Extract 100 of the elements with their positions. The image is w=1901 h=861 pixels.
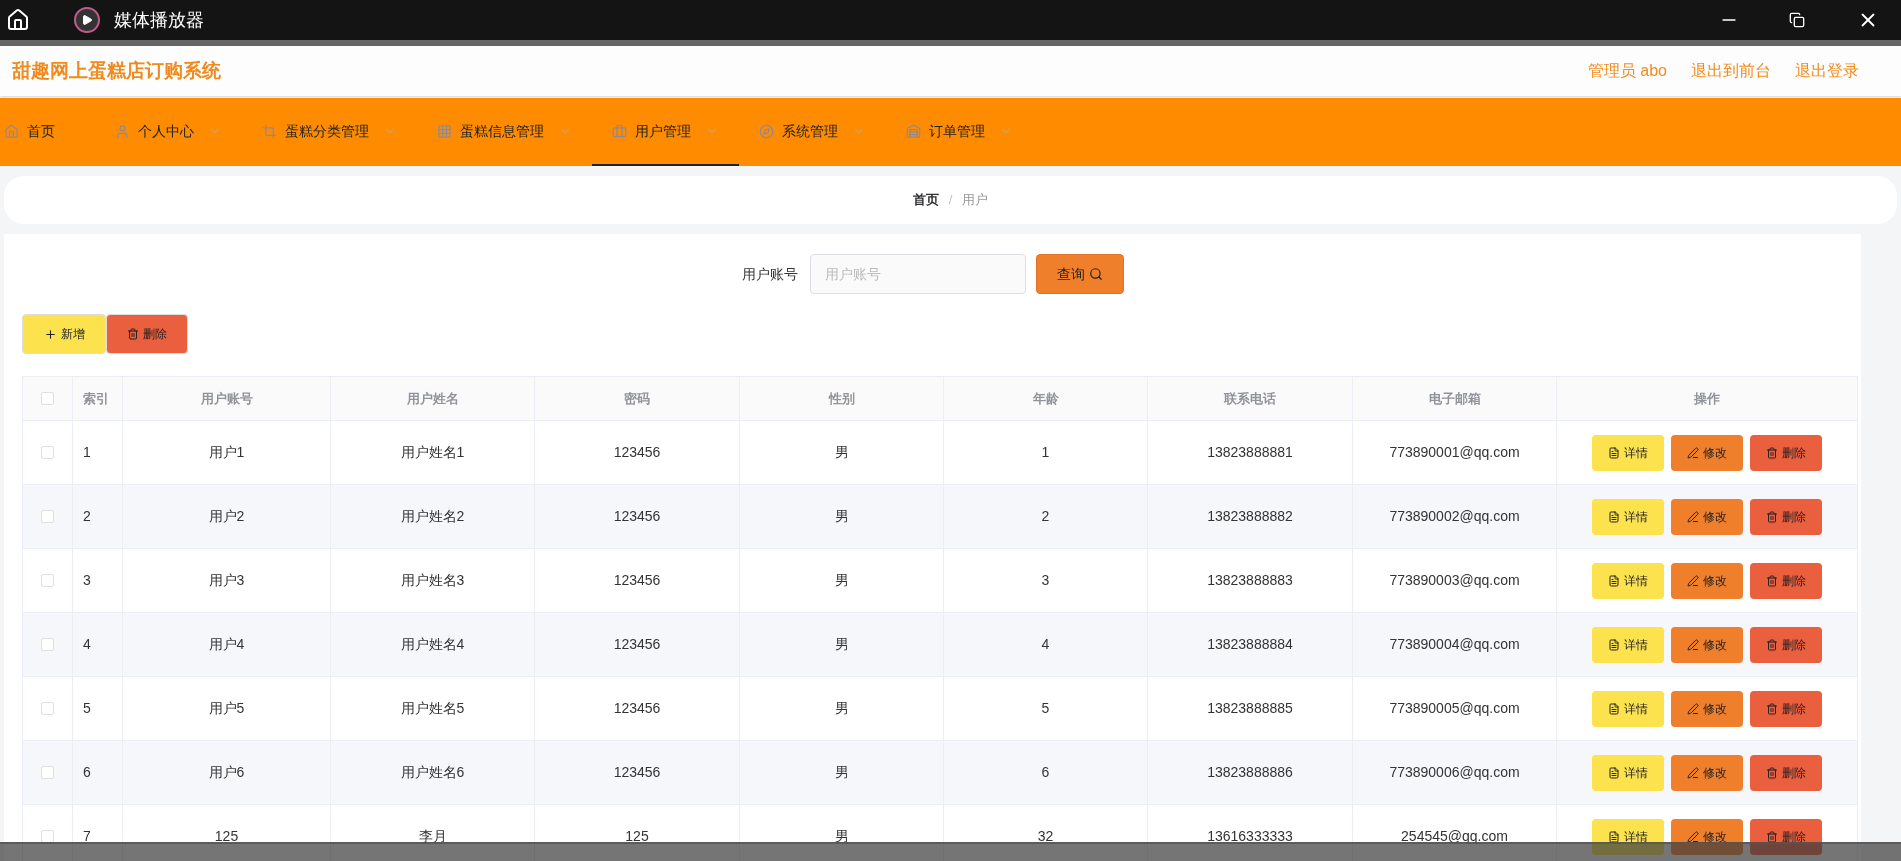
details-button[interactable]: 详情	[1592, 690, 1664, 727]
column-header: 性别	[828, 389, 855, 408]
delete-button[interactable]: 删除	[1750, 690, 1822, 727]
table-cell-text: 男	[834, 443, 849, 462]
column-header: 用户账号	[200, 389, 253, 408]
table-cell-text: 13823888882	[1207, 507, 1293, 526]
edit-button[interactable]: 修改	[1671, 562, 1743, 599]
pen-icon	[1687, 638, 1699, 651]
table-cell-text: 773890002@qq.com	[1389, 507, 1520, 526]
nav-item[interactable]: 蛋糕分类管理	[242, 98, 417, 166]
nav-label: 订单管理	[929, 121, 985, 141]
table-cell-text: 6	[1041, 763, 1050, 782]
document-icon	[1608, 446, 1620, 459]
details-button[interactable]: 详情	[1592, 498, 1664, 535]
table-cell-text: 用户1	[208, 443, 245, 462]
row-checkbox[interactable]	[41, 510, 54, 523]
window-title: 媒体播放器	[114, 8, 204, 32]
search-field[interactable]: 用户账号	[809, 254, 1026, 294]
select-all-checkbox[interactable]	[41, 392, 54, 405]
row-checkbox[interactable]	[41, 766, 54, 779]
table-cell-text: 男	[834, 571, 849, 590]
edit-button[interactable]: 修改	[1671, 434, 1743, 471]
delete-button[interactable]: 删除	[1750, 562, 1822, 599]
column-header: 电子邮箱	[1428, 389, 1481, 408]
table-cell-text: 用户姓名5	[400, 699, 465, 718]
add-button[interactable]: 新增	[22, 314, 106, 354]
restore-icon[interactable]	[1789, 12, 1805, 28]
delete-button[interactable]: 删除	[106, 314, 188, 354]
table-cell-text: 123456	[613, 635, 661, 654]
table-cell-text: 32	[1037, 827, 1054, 846]
row-checkbox[interactable]	[41, 638, 54, 651]
column-header: 年龄	[1032, 389, 1059, 408]
breadcrumb-separator: /	[948, 191, 953, 210]
table-cell-text: 用户姓名6	[400, 763, 465, 782]
nav-label: 蛋糕分类管理	[285, 121, 369, 141]
table-cell-text: 125	[625, 827, 649, 846]
edit-button[interactable]: 修改	[1671, 690, 1743, 727]
table-cell-text: 3	[1041, 571, 1050, 590]
crop-icon	[262, 123, 277, 139]
nav-label: 首页	[27, 121, 55, 141]
row-checkbox[interactable]	[41, 574, 54, 587]
home-icon[interactable]	[6, 8, 30, 32]
pen-icon	[1687, 446, 1699, 459]
table-cell-text: 用户姓名3	[400, 571, 465, 590]
table-cell-text: 用户3	[208, 571, 245, 590]
edit-button[interactable]: 修改	[1671, 626, 1743, 663]
table-cell-text: 1	[83, 443, 91, 462]
table-cell-text: 773890001@qq.com	[1389, 443, 1520, 462]
nav-item[interactable]: 蛋糕信息管理	[417, 98, 592, 166]
nav-item[interactable]: 个人中心	[95, 98, 242, 166]
nav-item[interactable]: 首页	[0, 98, 95, 166]
details-button[interactable]: 详情	[1592, 562, 1664, 599]
table-cell-text: 2	[1041, 507, 1050, 526]
details-button[interactable]: 详情	[1592, 754, 1664, 791]
breadcrumb-item[interactable]: 首页	[912, 190, 939, 210]
table-cell-text: 5	[83, 699, 91, 718]
edit-button[interactable]: 修改	[1671, 498, 1743, 535]
nav-item[interactable]: 系统管理	[739, 98, 886, 166]
pen-icon	[1687, 702, 1699, 715]
nav-label: 蛋糕信息管理	[460, 121, 544, 141]
table-cell-text: 123456	[613, 571, 661, 590]
delete-button[interactable]: 删除	[1750, 434, 1822, 471]
compass-icon	[759, 123, 774, 139]
table-cell-text: 773890005@qq.com	[1389, 699, 1520, 718]
plus-icon	[43, 327, 57, 341]
delete-button[interactable]: 删除	[1750, 626, 1822, 663]
column-header: 索引	[83, 389, 109, 408]
search-button[interactable]: 查询	[1035, 254, 1124, 294]
row-checkbox[interactable]	[41, 702, 54, 715]
pen-icon	[1687, 574, 1699, 587]
site-title: 甜趣网上蛋糕店订购系统	[12, 58, 221, 83]
table-cell-text: 5	[1041, 699, 1050, 718]
row-checkbox[interactable]	[41, 446, 54, 459]
table-cell-text: 用户姓名4	[400, 635, 465, 654]
table-cell-text: 123456	[613, 507, 661, 526]
nav-label: 系统管理	[782, 121, 838, 141]
details-button[interactable]: 详情	[1592, 434, 1664, 471]
delete-button[interactable]: 删除	[1750, 498, 1822, 535]
table-cell-text: 125	[214, 827, 239, 846]
table-cell-text: 男	[834, 763, 849, 782]
nav-item[interactable]: 订单管理	[886, 98, 1033, 166]
document-icon	[1608, 638, 1620, 651]
table-cell-text: 773890006@qq.com	[1389, 763, 1520, 782]
nav-item[interactable]: 用户管理	[592, 98, 739, 166]
document-icon	[1608, 510, 1620, 523]
home-icon	[4, 123, 19, 139]
table-cell-text: 123456	[613, 699, 661, 718]
search-label: 用户账号	[741, 264, 798, 284]
details-button[interactable]: 详情	[1592, 626, 1664, 663]
grid-icon	[437, 123, 452, 139]
edit-button[interactable]: 修改	[1671, 754, 1743, 791]
table-cell-text: 用户2	[208, 507, 245, 526]
table-cell-text: 773890004@qq.com	[1389, 635, 1520, 654]
column-header: 密码	[624, 389, 650, 408]
table-cell-text: 用户6	[208, 763, 245, 782]
delete-button[interactable]: 删除	[1750, 754, 1822, 791]
table-cell-text: 3	[83, 571, 91, 590]
pen-icon	[1687, 766, 1699, 779]
table-cell-text: 4	[1041, 635, 1050, 654]
table-cell-text: 男	[834, 827, 849, 846]
